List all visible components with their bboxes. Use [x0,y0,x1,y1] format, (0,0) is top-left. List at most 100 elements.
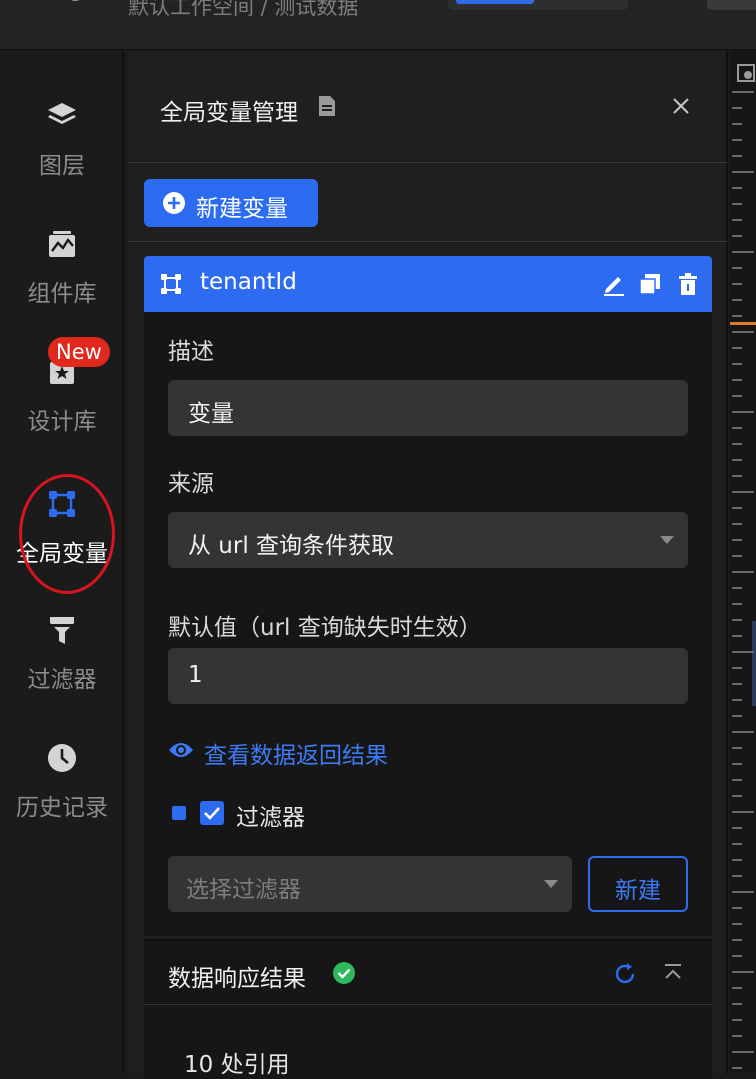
sidebar-item-layers[interactable]: 图层 [0,100,124,210]
ruler-tick [732,187,742,189]
default-value: 1 [188,662,203,688]
ruler-tick [732,571,754,573]
view-result-text: 查看数据返回结果 [204,743,388,769]
ruler-tick [732,971,754,973]
edit-icon[interactable] [602,272,626,296]
delete-icon[interactable] [676,272,700,296]
default-value-label: 默认值（url 查询缺失时生效） [168,615,482,641]
check-circle-icon [333,962,355,984]
description-value: 变量 [188,401,234,427]
top-right-button[interactable] [707,0,756,10]
ruler-tick [732,475,742,477]
document-icon[interactable] [318,95,336,117]
ruler-tick [732,1067,742,1069]
source-select[interactable]: 从 url 查询条件获取 [168,512,688,568]
source-value: 从 url 查询条件获取 [188,533,395,559]
ruler-highlight [752,621,756,706]
ruler-tick [732,811,754,813]
ruler-tick [732,507,742,509]
refresh-icon[interactable] [612,961,638,987]
response-header[interactable]: 数据响应结果 [144,941,712,1005]
ruler-tick [732,459,742,461]
ruler-tick [732,219,742,221]
sidebar-item-label: 设计库 [27,409,97,435]
ruler-tick [732,283,742,285]
new-filter-button[interactable]: 新建 [588,856,688,912]
filter-select[interactable]: 选择过滤器 [168,856,572,912]
sidebar-item-components[interactable]: 组件库 [0,228,124,338]
ruler-tick [732,203,742,205]
ruler-tick [732,651,754,653]
check-icon [204,807,220,820]
ruler-tick [732,91,754,93]
ruler-tick [732,539,742,541]
ruler-tick [732,123,742,125]
sidebar-item-history[interactable]: 历史记录 [0,742,124,852]
breadcrumb[interactable]: 默认工作空间 / 测试数据 [128,0,358,21]
sidebar-item-filters[interactable]: 过滤器 [0,614,124,724]
variable-name: tenantId [200,269,297,295]
filter-toggle-row: 过滤器 [168,798,468,831]
copy-icon[interactable] [638,272,662,296]
app-logo-icon [71,0,80,1]
sidebar-item-label: 过滤器 [27,667,97,693]
chart-library-icon [49,231,75,257]
ruler-tick [732,747,742,749]
ruler-tick [732,523,742,525]
variable-card: tenantId 描述 变量 来源 从 url 查询条件获取 默认值（url 查… [144,256,712,936]
reference-count: 10 处引用 [184,1052,290,1078]
ruler-tick [732,299,742,301]
sidebar-item-design-library[interactable]: 设计库 [0,356,124,466]
ruler-tick [732,331,754,333]
new-badge: New [48,337,110,367]
ruler-tick [732,1051,754,1053]
ruler-tick [732,603,742,605]
mode-toggle-active[interactable] [456,0,534,4]
ruler-tick [732,923,742,925]
chevron-down-icon [660,536,674,544]
ruler-tick [732,347,742,349]
description-input[interactable]: 变量 [168,380,688,436]
eye-toggle-icon[interactable] [736,63,756,83]
ruler-tick [732,267,742,269]
variable-icon [161,274,181,294]
ruler-tick [732,715,742,717]
filter-checkbox[interactable] [200,801,224,825]
ruler-tick [732,875,742,877]
collapse-up-icon[interactable] [662,963,684,983]
ruler-tick [732,1019,742,1021]
global-variable-panel: 全局变量管理 新建变量 tenantId 描述 变量 来源 从 url 查询条件… [128,51,728,1079]
chevron-down-icon [544,880,558,888]
response-title: 数据响应结果 [168,966,306,992]
layers-icon [48,103,76,124]
response-section: 数据响应结果 10 处引用 [144,939,712,1079]
eye-icon [169,743,193,757]
ruler-tick [732,155,742,157]
ruler-tick [732,891,754,893]
filter-placeholder: 选择过滤器 [186,877,301,903]
default-value-input[interactable]: 1 [168,648,688,704]
panel-header: 全局变量管理 [128,51,728,163]
ruler-tick [732,763,742,765]
panel-title: 全局变量管理 [160,100,298,126]
plus-circle-icon [163,192,185,214]
ruler-tick [732,427,742,429]
close-icon[interactable] [668,93,694,119]
new-filter-label: 新建 [615,878,661,904]
ruler-tick [732,859,742,861]
ruler-tick [732,907,742,909]
ruler-tick [732,555,742,557]
ruler-tick [732,235,742,237]
ruler-tick [732,315,742,317]
ruler-tick [732,107,742,109]
description-label: 描述 [168,339,214,365]
ruler-tick [732,363,742,365]
variable-header[interactable]: tenantId [144,256,712,312]
filter-label: 过滤器 [236,805,305,831]
ruler-tick [732,699,742,701]
ruler-tick [732,587,742,589]
new-variable-button[interactable]: 新建变量 [144,179,318,227]
vertical-ruler[interactable] [730,51,756,1073]
filter-icon [50,617,74,644]
mode-toggle[interactable] [448,0,628,10]
